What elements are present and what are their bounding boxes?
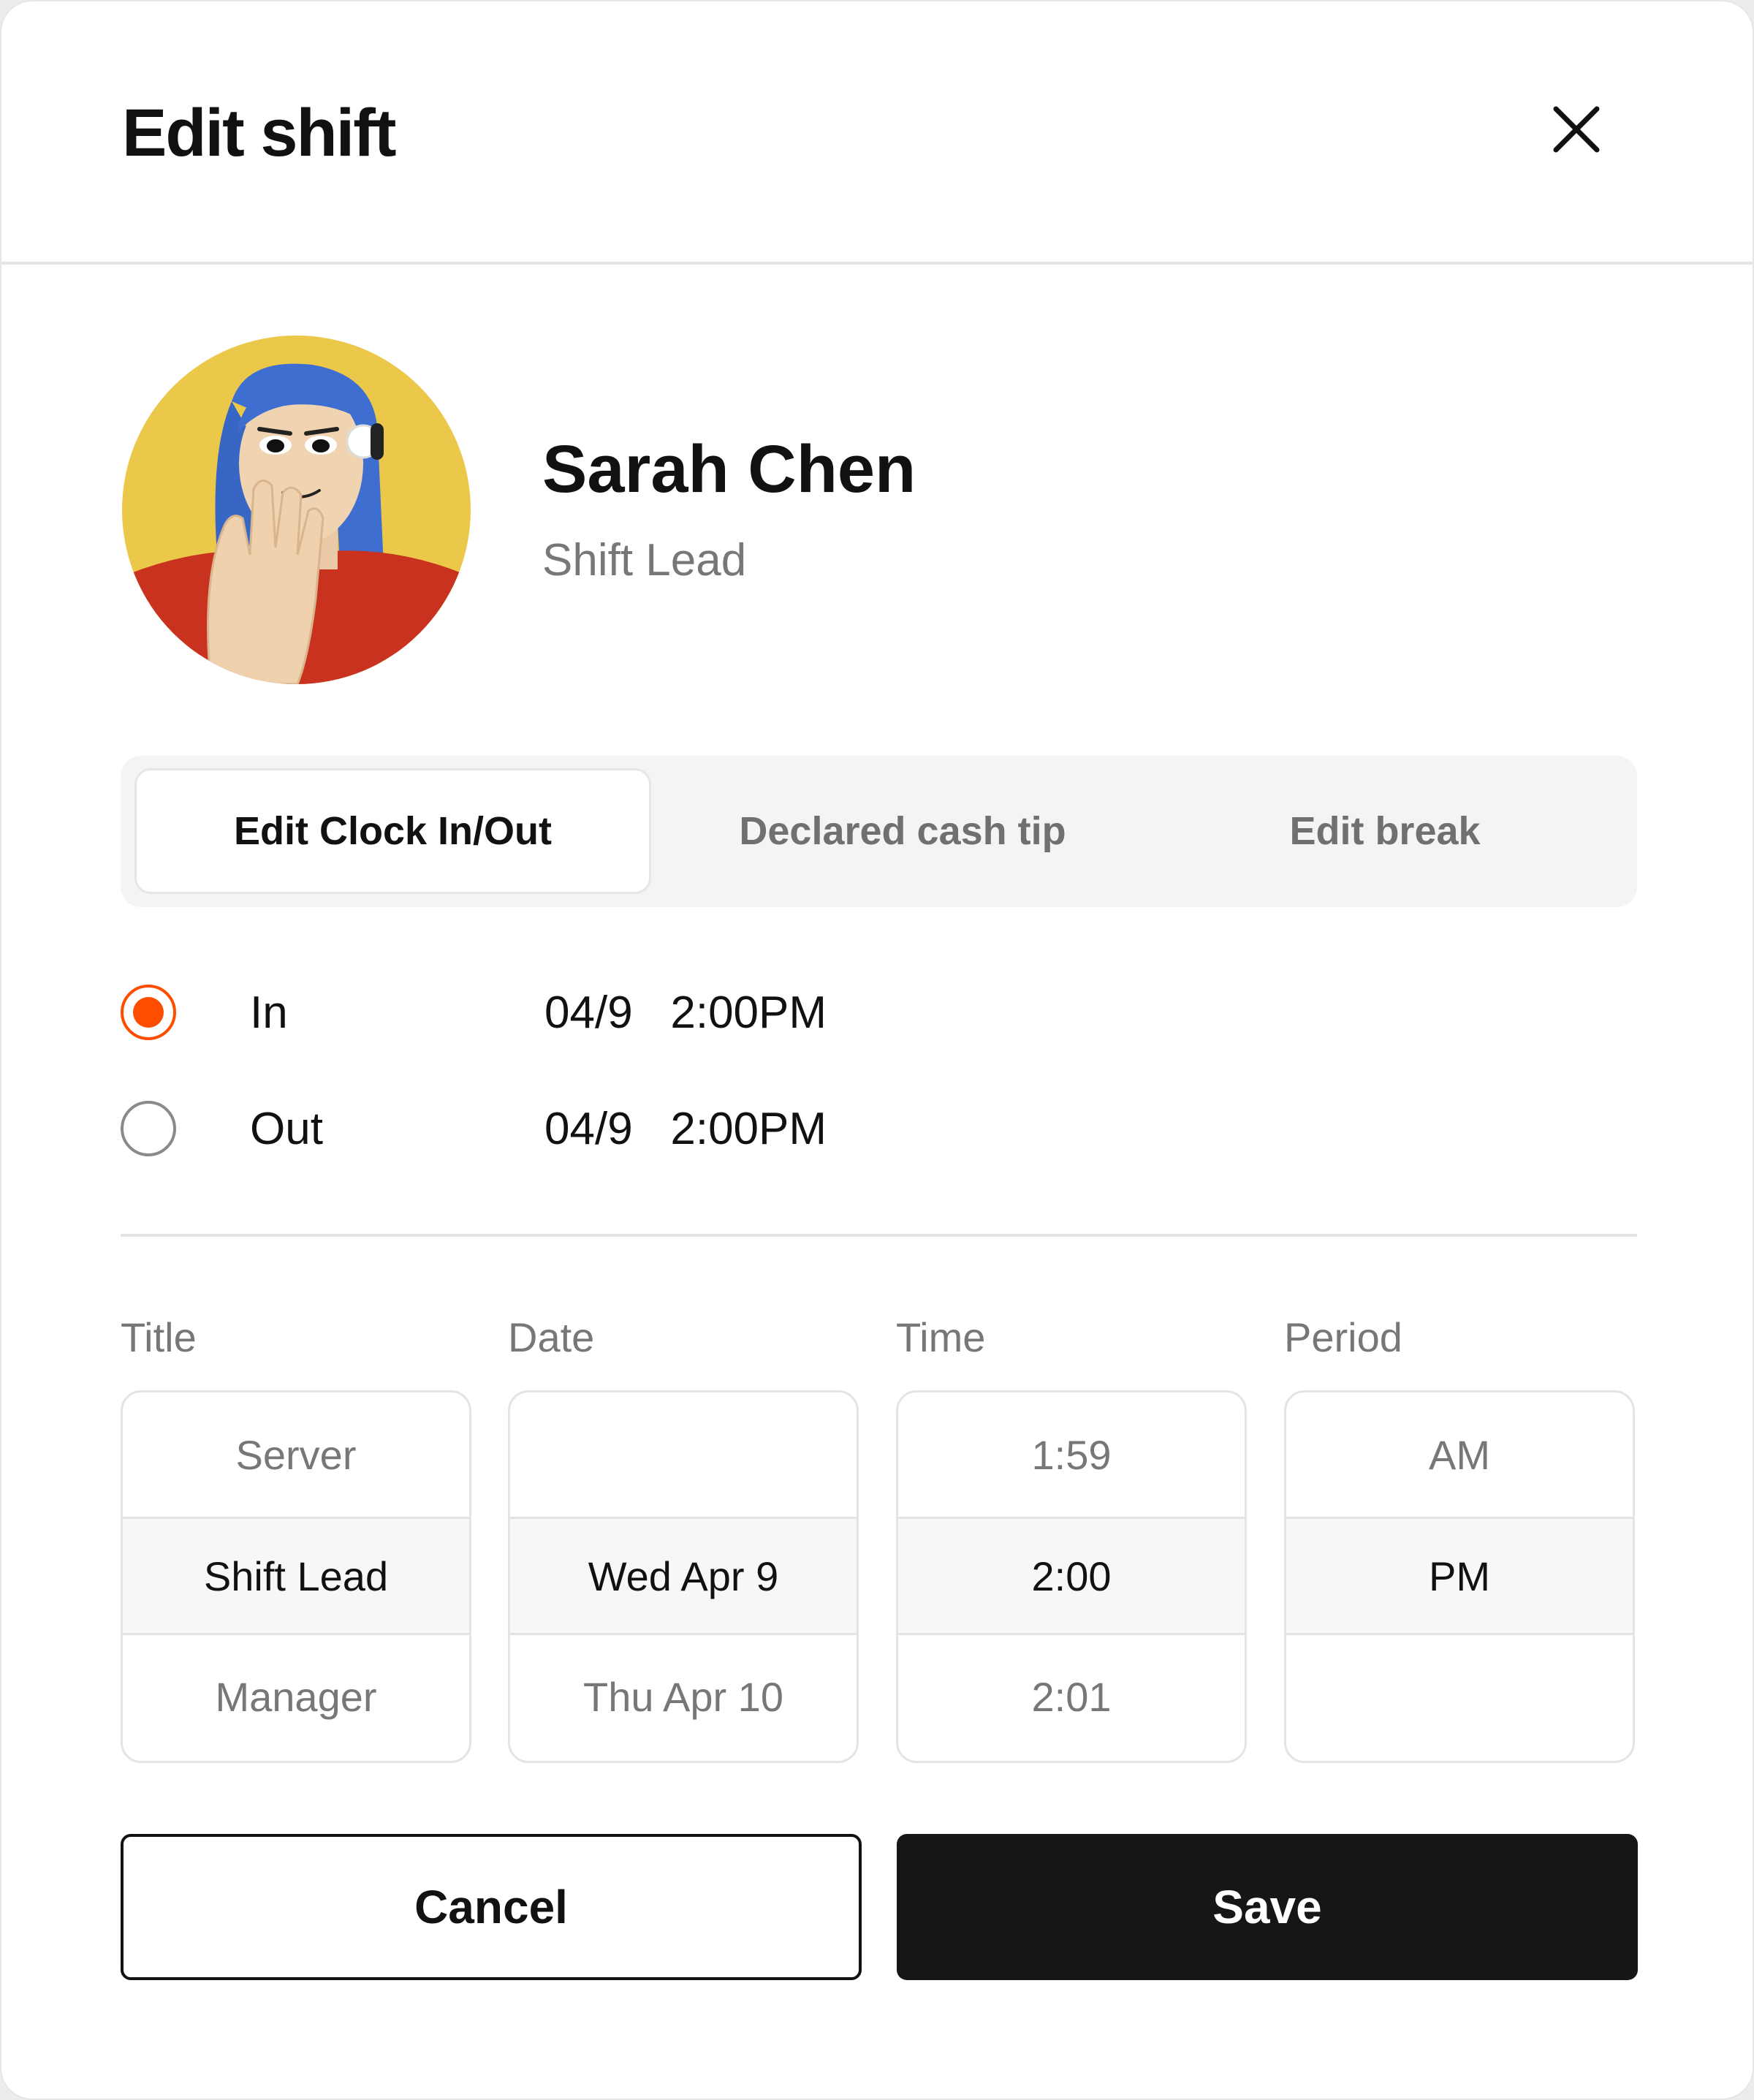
cancel-button[interactable]: Cancel: [121, 1834, 862, 1980]
clock-out-option[interactable]: Out 04/9 2:00PM: [121, 1101, 998, 1161]
dialog-header: Edit shift: [1, 1, 1753, 265]
section-divider: [121, 1234, 1637, 1237]
title-picker[interactable]: Server Shift Lead Manager: [121, 1390, 471, 1763]
title-option[interactable]: Server: [123, 1392, 469, 1517]
period-option-selected[interactable]: PM: [1286, 1517, 1633, 1635]
clock-out-label: Out: [250, 1104, 323, 1154]
time-option[interactable]: 2:01: [898, 1635, 1245, 1758]
clock-in-option[interactable]: In 04/9 2:00PM: [121, 985, 998, 1045]
tab-bar: Edit Clock In/Out Declared cash tip Edit…: [121, 756, 1637, 907]
date-column-label: Date: [508, 1314, 595, 1360]
title-option[interactable]: Manager: [123, 1635, 469, 1758]
tab-edit-break[interactable]: Edit break: [1144, 768, 1626, 894]
close-button[interactable]: [1544, 96, 1609, 162]
employee-name: Sarah Chen: [542, 432, 916, 507]
dialog-title: Edit shift: [122, 96, 397, 170]
date-option[interactable]: [510, 1392, 857, 1517]
avatar: [122, 336, 471, 684]
clock-in-time: 2:00PM: [670, 988, 827, 1038]
time-option[interactable]: 1:59: [898, 1392, 1245, 1517]
time-column-label: Time: [896, 1314, 986, 1360]
title-option-selected[interactable]: Shift Lead: [123, 1517, 469, 1635]
title-column-label: Title: [121, 1314, 197, 1360]
date-option-selected[interactable]: Wed Apr 9: [510, 1517, 857, 1635]
period-picker[interactable]: AM PM: [1284, 1390, 1635, 1763]
save-button[interactable]: Save: [897, 1834, 1638, 1980]
employee-role: Shift Lead: [542, 535, 747, 585]
clock-out-time: 2:00PM: [670, 1104, 827, 1154]
date-option[interactable]: Thu Apr 10: [510, 1635, 857, 1758]
tab-declared-cash-tip[interactable]: Declared cash tip: [661, 768, 1144, 894]
period-option[interactable]: [1286, 1635, 1633, 1758]
clock-out-date: 04/9: [544, 1104, 633, 1154]
clock-out-value: 04/9 2:00PM: [544, 1101, 827, 1158]
edit-shift-dialog: Edit shift Sarah Chen Shift Lead Edit Cl…: [0, 0, 1754, 2100]
date-picker[interactable]: Wed Apr 9 Thu Apr 10: [508, 1390, 859, 1763]
clock-in-date: 04/9: [544, 988, 633, 1038]
tab-edit-clock-in-out[interactable]: Edit Clock In/Out: [134, 768, 651, 894]
time-picker[interactable]: 1:59 2:00 2:01: [896, 1390, 1247, 1763]
clock-in-label: In: [250, 988, 288, 1038]
clock-out-radio[interactable]: [121, 1101, 176, 1156]
time-option-selected[interactable]: 2:00: [898, 1517, 1245, 1635]
close-icon: [1553, 106, 1600, 153]
clock-in-radio[interactable]: [121, 985, 176, 1040]
period-column-label: Period: [1284, 1314, 1402, 1360]
clock-in-value: 04/9 2:00PM: [544, 985, 827, 1042]
period-option[interactable]: AM: [1286, 1392, 1633, 1517]
